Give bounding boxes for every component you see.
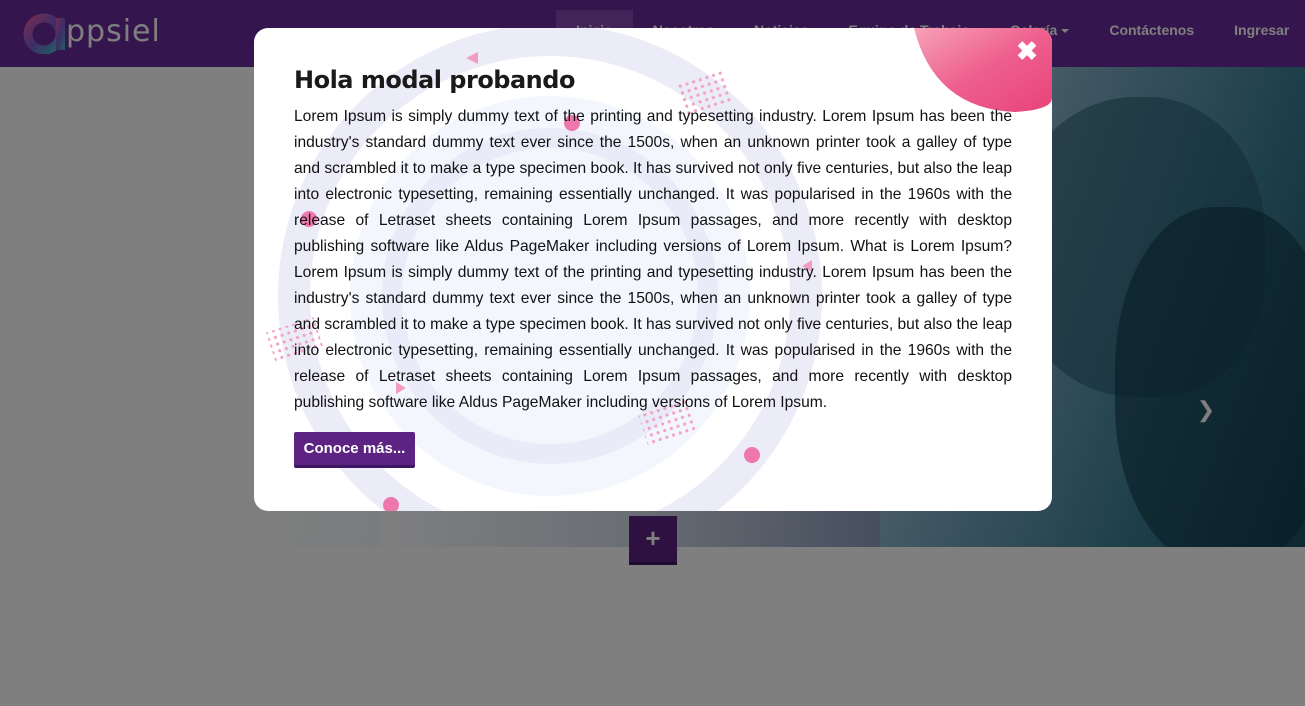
conoce-mas-button[interactable]: Conoce más... <box>294 432 415 468</box>
modal-title: Hola modal probando <box>294 66 575 94</box>
modal-dialog: ✖ Hola modal probando Lorem Ipsum is sim… <box>254 28 1052 511</box>
close-icon[interactable]: ✖ <box>1016 38 1038 64</box>
modal-body-text: Lorem Ipsum is simply dummy text of the … <box>294 108 1012 411</box>
